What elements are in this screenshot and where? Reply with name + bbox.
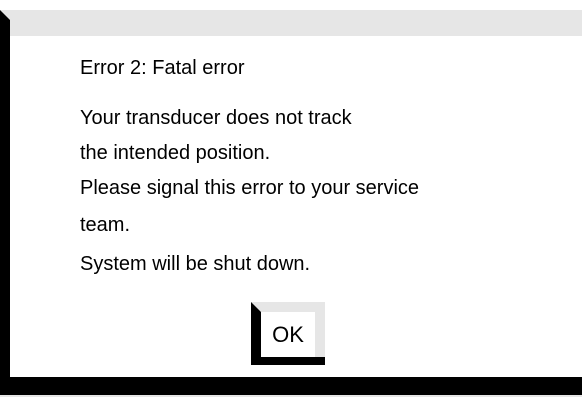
ok-bevel-bottom — [251, 357, 325, 365]
ok-bevel-top — [251, 302, 325, 312]
message-line-2: the intended position. — [80, 142, 271, 164]
dialog-bevel-left — [0, 10, 10, 395]
dialog-bevel-bottom — [0, 377, 582, 395]
ok-button[interactable]: OK — [261, 312, 315, 357]
dialog-title: Error 2: Fatal error — [80, 57, 245, 79]
ok-button-frame: OK — [251, 302, 325, 365]
ok-bevel-right — [315, 302, 325, 365]
message-line-1: Your transducer does not track — [80, 107, 352, 129]
top-strip — [0, 0, 582, 10]
message-line-4: team. — [80, 214, 131, 236]
message-line-3: Please signal this error to your service — [80, 177, 420, 199]
message-line-5: System will be shut down. — [80, 253, 311, 275]
